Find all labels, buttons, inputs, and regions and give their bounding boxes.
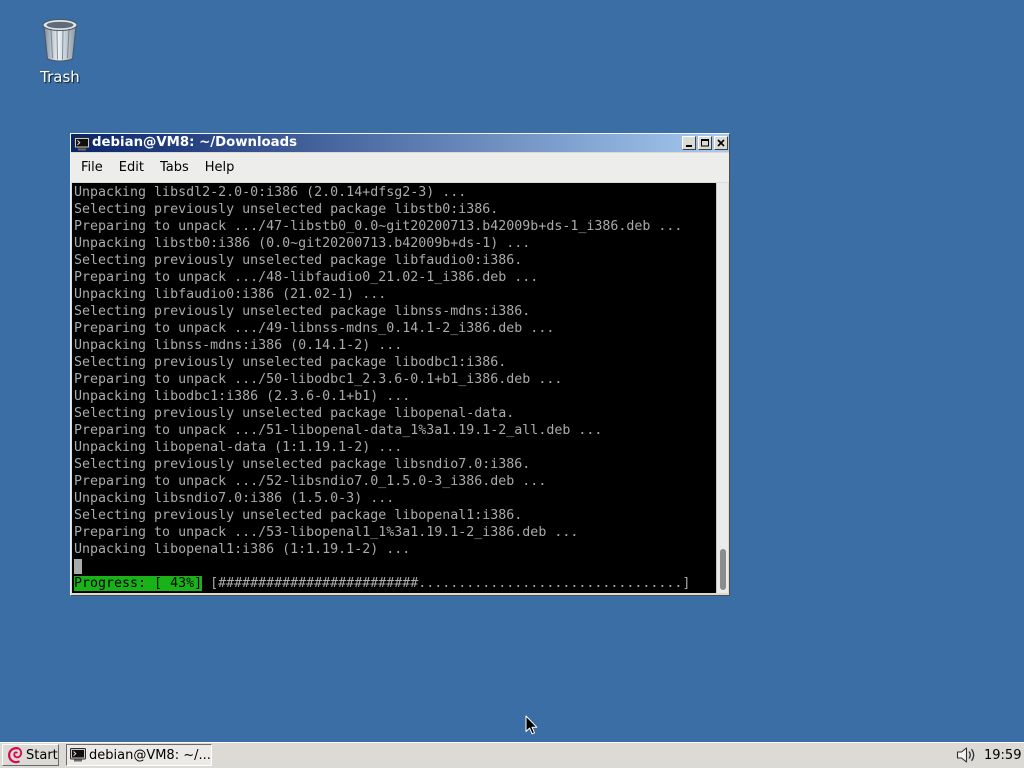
desktop-icon-trash[interactable]: Trash [20, 14, 100, 86]
start-button[interactable]: Start [2, 744, 59, 766]
taskbar-task-terminal[interactable]: debian@VM8: ~/... [66, 744, 212, 766]
terminal-line: Preparing to unpack .../47-libstb0_0.0~g… [74, 219, 683, 234]
mouse-pointer-icon [525, 715, 538, 735]
terminal-line: Unpacking libodbc1:i386 (2.3.6-0.1+b1) .… [74, 389, 411, 404]
taskbar-task-label: debian@VM8: ~/... [89, 747, 211, 763]
terminal-line: Preparing to unpack .../50-libodbc1_2.3.… [74, 372, 563, 387]
debian-logo-icon [6, 745, 24, 765]
desktop-icon-label: Trash [40, 68, 80, 86]
terminal-line: Unpacking libnss-mdns:i386 (0.14.1-2) ..… [74, 338, 403, 353]
menu-file[interactable]: File [73, 153, 111, 182]
minimize-button[interactable] [682, 136, 696, 150]
start-label: Start [26, 747, 58, 763]
terminal-output[interactable]: Unpacking libsdl2-2.0-0:i386 (2.0.14+dfs… [72, 183, 716, 593]
taskbar-clock: 19:59 [984, 748, 1022, 763]
terminal-icon [70, 748, 86, 762]
window-title: debian@VM8: ~/Downloads [92, 135, 298, 150]
terminal-line: Preparing to unpack .../53-libopenal1_1%… [74, 525, 579, 540]
menu-tabs[interactable]: Tabs [152, 153, 197, 182]
terminal-line: Preparing to unpack .../48-libfaudio0_21… [74, 270, 539, 285]
terminal-line: Unpacking libstb0:i386 (0.0~git20200713.… [74, 236, 531, 251]
volume-icon[interactable] [955, 745, 977, 765]
progress-label: Progress: [ 43%] [74, 576, 203, 591]
terminal-icon[interactable] [74, 136, 90, 151]
terminal-line: Unpacking libopenal1:i386 (1:1.19.1-2) .… [74, 542, 411, 557]
progress-bar-text: [#########################..............… [210, 576, 691, 591]
terminal-line: Preparing to unpack .../52-libsndio7.0_1… [74, 474, 547, 489]
terminal-line: Selecting previously unselected package … [74, 202, 499, 217]
window-titlebar[interactable]: debian@VM8: ~/Downloads [71, 134, 729, 152]
terminal-cursor [74, 559, 82, 574]
menu-edit[interactable]: Edit [111, 153, 152, 182]
scrollbar-thumb[interactable] [720, 549, 726, 590]
terminal-line: Unpacking libfaudio0:i386 (21.02-1) ... [74, 287, 387, 302]
taskbar: Start debian@VM8: ~/... 19:59 [0, 742, 1024, 768]
terminal-cursor-line [74, 558, 716, 575]
menu-bar: File Edit Tabs Help [71, 153, 729, 182]
terminal-line: Selecting previously unselected package … [74, 253, 523, 268]
terminal-line: Unpacking libsdl2-2.0-0:i386 (2.0.14+dfs… [74, 185, 467, 200]
terminal-line: Selecting previously unselected package … [74, 457, 531, 472]
terminal-line: Unpacking libsndio7.0:i386 (1.5.0-3) ... [74, 491, 395, 506]
close-button[interactable] [714, 136, 728, 150]
terminal-line: Preparing to unpack .../49-libnss-mdns_0… [74, 321, 555, 336]
terminal-window: debian@VM8: ~/Downloads File Edit Tabs H… [70, 133, 730, 596]
progress-line: Progress: [ 43%] [#######################… [74, 575, 716, 592]
terminal-line: Preparing to unpack .../51-libopenal-dat… [74, 423, 603, 438]
terminal-scrollbar[interactable] [716, 183, 728, 593]
trash-icon [41, 17, 79, 63]
terminal-line: Selecting previously unselected package … [74, 355, 507, 370]
terminal-line: Selecting previously unselected package … [74, 508, 523, 523]
menu-help[interactable]: Help [197, 153, 243, 182]
terminal-line: Selecting previously unselected package … [74, 304, 531, 319]
terminal-line: Unpacking libopenal-data (1:1.19.1-2) ..… [74, 440, 403, 455]
desktop[interactable]: Trash debian@VM8: ~/Downloads File Edit … [0, 0, 1024, 768]
maximize-button[interactable] [698, 136, 712, 150]
terminal-line: Selecting previously unselected package … [74, 406, 515, 421]
